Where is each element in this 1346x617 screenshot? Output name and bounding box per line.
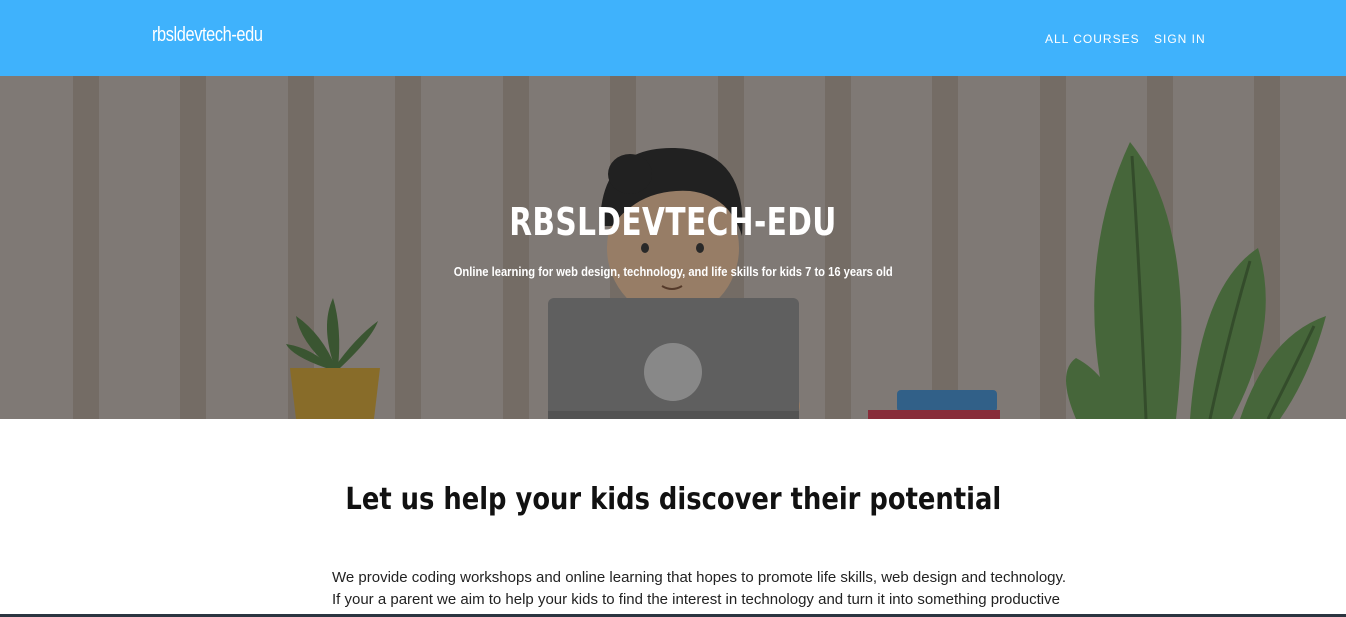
- hero-subtitle: Online learning for web design, technolo…: [453, 264, 893, 279]
- brand-logo-link[interactable]: rbsldevtech-edu: [152, 24, 263, 47]
- intro-paragraph-line-2: If your a parent we aim to help your kid…: [332, 591, 1060, 608]
- intro-paragraph-line-1: We provide coding workshops and online l…: [332, 569, 1067, 586]
- hero-banner: RBSLDEVTECH-EDU Online learning for web …: [0, 76, 1346, 419]
- intro-heading: Let us help your kids discover their pot…: [345, 482, 1001, 517]
- nav-sign-in-link[interactable]: SIGN IN: [1154, 32, 1206, 46]
- hero-dark-overlay: [0, 76, 1346, 419]
- top-navbar: rbsldevtech-edu ALL COURSES SIGN IN: [0, 0, 1346, 76]
- hero-title: RBSLDEVTECH-EDU: [509, 200, 837, 244]
- nav-all-courses-link[interactable]: ALL COURSES: [1045, 32, 1140, 46]
